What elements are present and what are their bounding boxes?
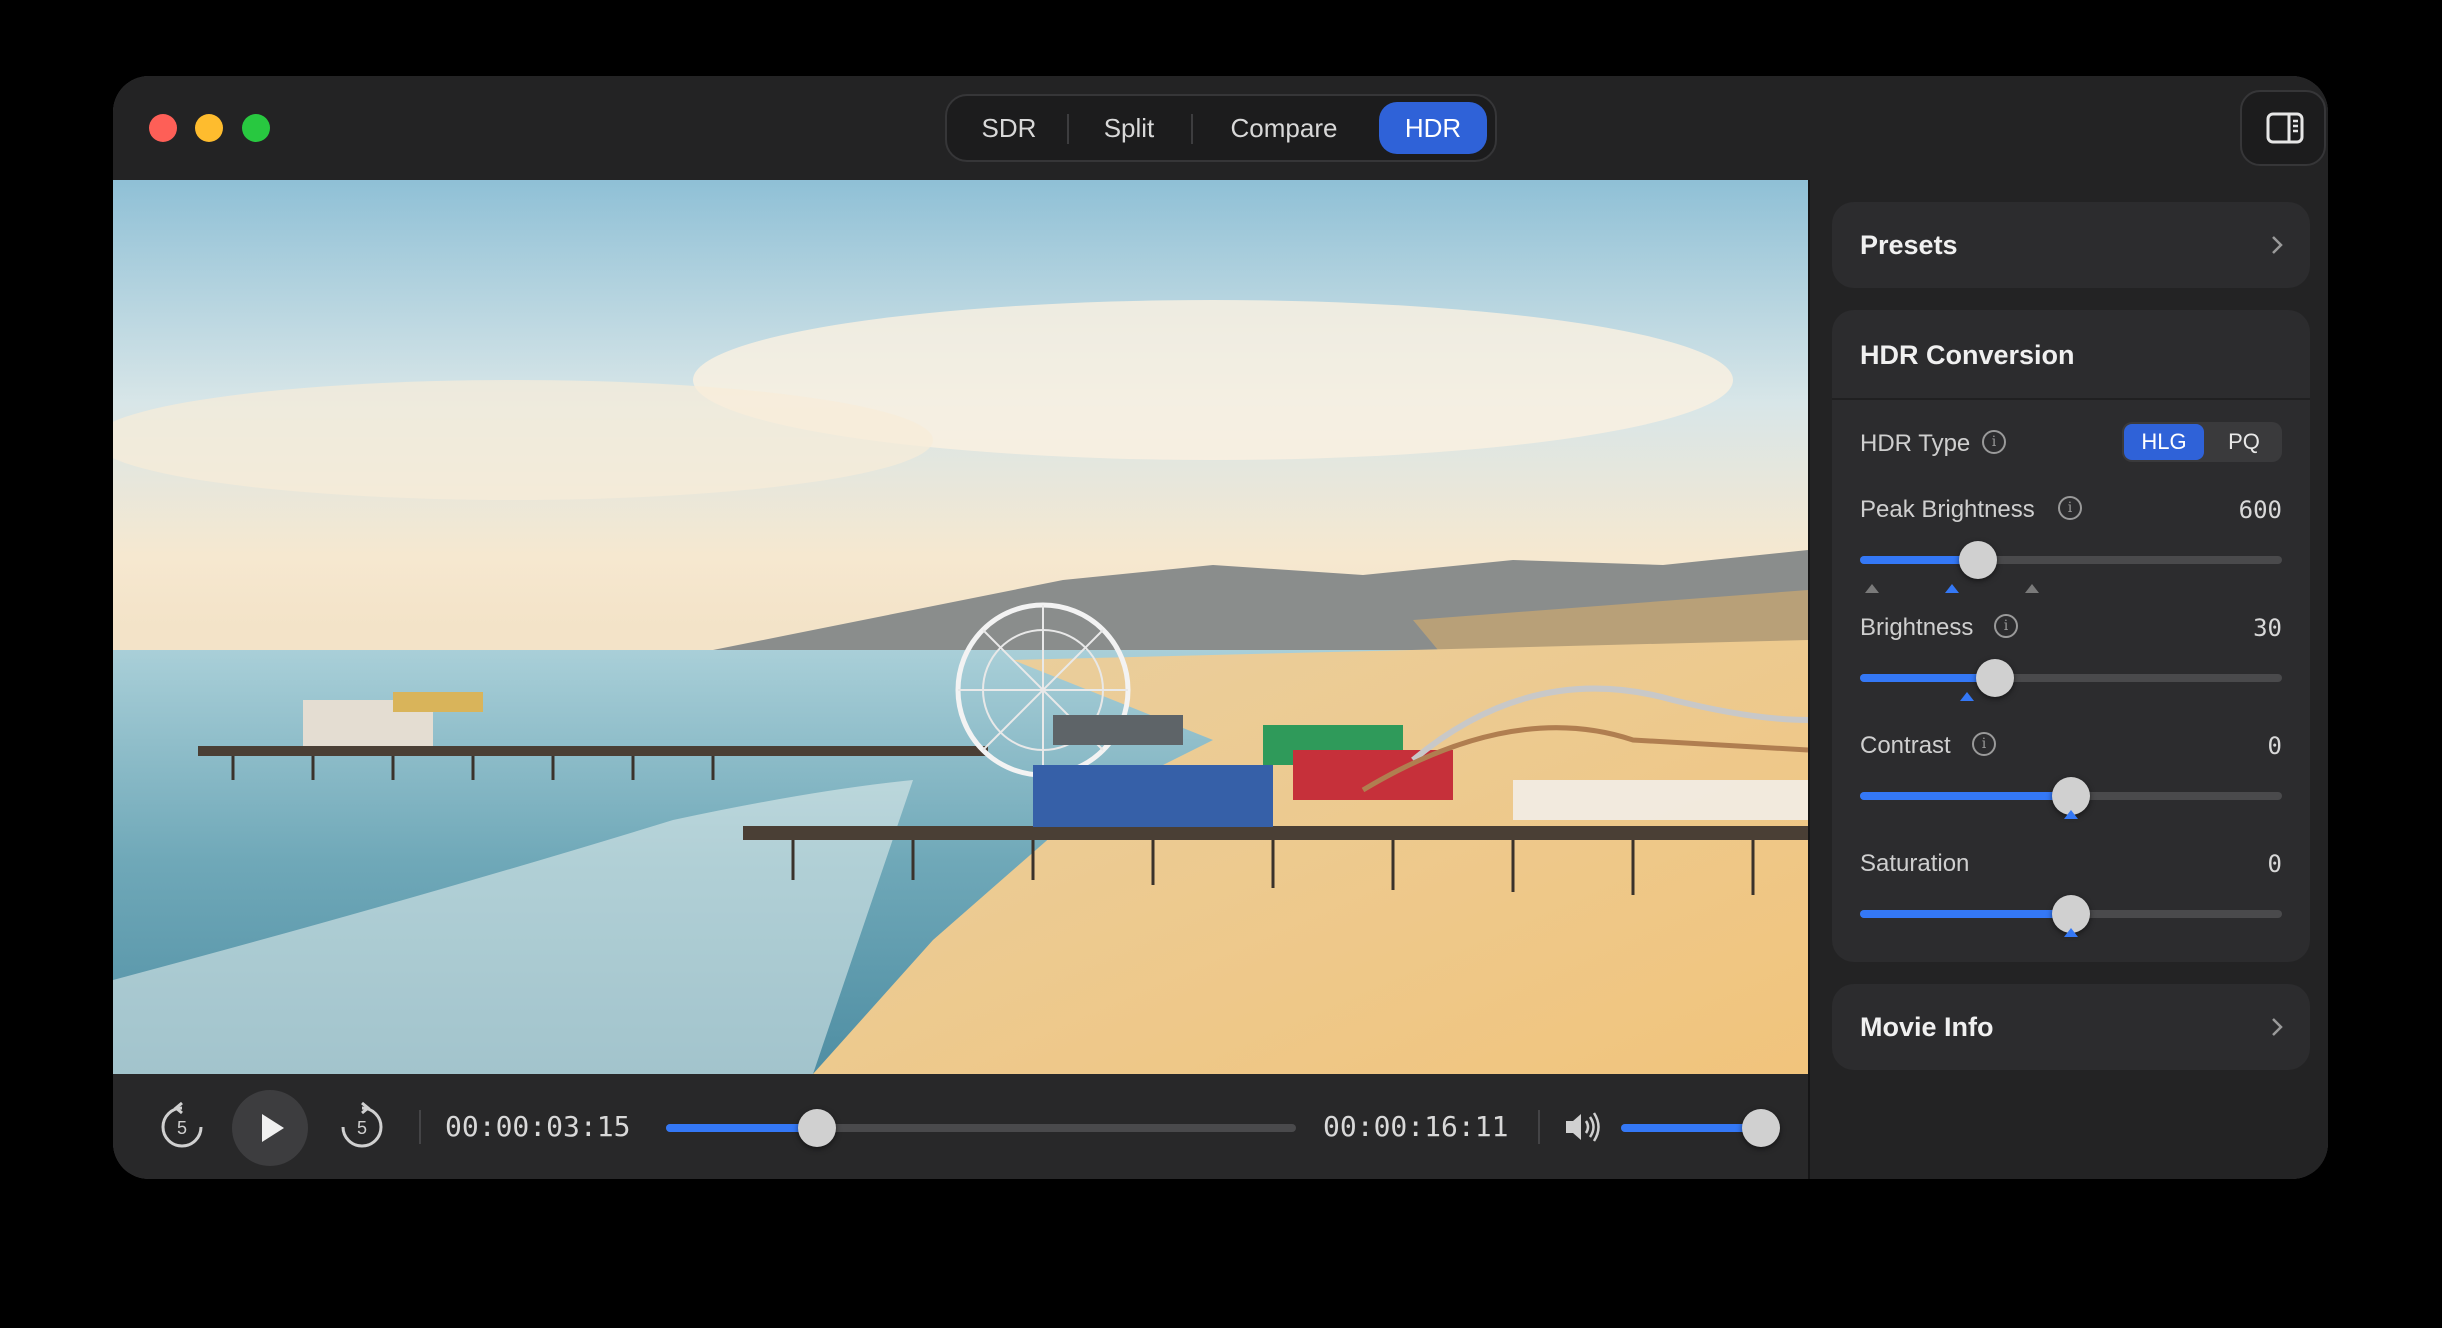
mode-split[interactable]: Split — [1077, 102, 1181, 154]
section-separator — [1832, 398, 2310, 400]
saturation-label: Saturation — [1860, 850, 1970, 877]
presets-card[interactable]: Presets — [1832, 202, 2310, 288]
skip-back-icon[interactable]: 5 — [157, 1102, 207, 1152]
hdr-type-label: HDR Type — [1860, 430, 1971, 457]
segment-divider — [1191, 114, 1193, 144]
slider-tick — [2064, 928, 2078, 937]
peak-brightness-slider[interactable] — [1860, 541, 2282, 579]
hdr-type-pq[interactable]: PQ — [2208, 424, 2280, 460]
title-bar: SDR Split Compare HDR — [113, 76, 2328, 180]
slider-tick — [2025, 584, 2039, 593]
info-icon[interactable]: i — [1994, 614, 2018, 638]
hdr-type-hlg[interactable]: HLG — [2124, 424, 2204, 460]
total-time: 00:00:16:11 — [1323, 1110, 1509, 1143]
slider-tick — [2064, 810, 2078, 819]
slider-fill — [1860, 910, 2071, 918]
peak-brightness-value: 600 — [2238, 496, 2282, 524]
video-frame-image — [113, 180, 1808, 1074]
video-preview[interactable] — [113, 180, 1808, 1074]
mode-hdr[interactable]: HDR — [1379, 102, 1487, 154]
slider-thumb[interactable] — [1976, 659, 2015, 697]
progress-fill — [666, 1124, 818, 1132]
hdr-conversion-card: HDR Conversion HDR Type i HLG PQ Peak Br… — [1832, 310, 2310, 962]
close-window-button[interactable] — [149, 114, 177, 142]
volume-fill — [1621, 1124, 1761, 1132]
play-icon — [262, 1114, 284, 1142]
progress-thumb[interactable] — [798, 1109, 837, 1147]
volume-thumb[interactable] — [1742, 1109, 1780, 1147]
sidebar-toggle-button[interactable] — [2240, 90, 2326, 166]
movie-info-title: Movie Info — [1860, 1012, 1994, 1042]
slider-thumb[interactable] — [1959, 541, 1998, 579]
slider-tick — [1865, 584, 1879, 593]
chevron-right-icon — [2272, 1018, 2283, 1036]
mode-sdr[interactable]: SDR — [961, 102, 1057, 154]
info-icon[interactable]: i — [1982, 430, 2006, 454]
slider-tick — [1960, 692, 1974, 701]
slider-tick — [1945, 584, 1959, 593]
controls-divider — [1538, 1110, 1540, 1144]
info-icon[interactable]: i — [1972, 732, 1996, 756]
brightness-label: Brightness — [1860, 614, 1974, 641]
movie-info-card[interactable]: Movie Info — [1832, 984, 2310, 1070]
peak-brightness-label: Peak Brightness — [1860, 496, 2035, 523]
chevron-right-icon — [2272, 236, 2283, 254]
mode-compare[interactable]: Compare — [1201, 102, 1367, 154]
viewer-mode-segmented-control: SDR Split Compare HDR — [945, 94, 1497, 162]
contrast-slider[interactable] — [1860, 777, 2282, 815]
inspector-panel: Presets HDR Conversion HDR Type i HLG PQ… — [1810, 180, 2328, 1179]
svg-text:5: 5 — [177, 1118, 187, 1138]
contrast-value: 0 — [2267, 732, 2282, 760]
sidebar-icon — [2266, 112, 2304, 144]
presets-title: Presets — [1860, 230, 1958, 260]
brightness-value: 30 — [2253, 614, 2282, 642]
saturation-value: 0 — [2267, 850, 2282, 878]
hdr-conversion-title: HDR Conversion — [1860, 340, 2075, 370]
play-button[interactable] — [232, 1090, 308, 1166]
slider-fill — [1860, 674, 1996, 682]
minimize-window-button[interactable] — [195, 114, 223, 142]
brightness-slider[interactable] — [1860, 659, 2282, 697]
saturation-slider[interactable] — [1860, 895, 2282, 933]
info-icon[interactable]: i — [2058, 496, 2082, 520]
segment-divider — [1067, 114, 1069, 144]
hdr-type-segmented-control: HLG PQ — [2122, 422, 2282, 462]
volume-slider[interactable] — [1621, 1109, 1780, 1147]
zoom-window-button[interactable] — [242, 114, 270, 142]
slider-fill — [1860, 792, 2071, 800]
skip-forward-icon[interactable]: 5 — [337, 1102, 387, 1152]
playback-controls: 5 5 00:00:03:15 00:00:16:11 — [113, 1074, 1808, 1179]
contrast-label: Contrast — [1860, 732, 1951, 759]
svg-text:5: 5 — [357, 1118, 367, 1138]
controls-divider — [419, 1110, 421, 1144]
app-window: SDR Split Compare HDR 5 5 00:00:03:15 00… — [113, 76, 2328, 1179]
progress-slider[interactable] — [666, 1109, 1296, 1147]
volume-icon[interactable] — [1563, 1110, 1603, 1144]
current-time: 00:00:03:15 — [445, 1110, 631, 1143]
